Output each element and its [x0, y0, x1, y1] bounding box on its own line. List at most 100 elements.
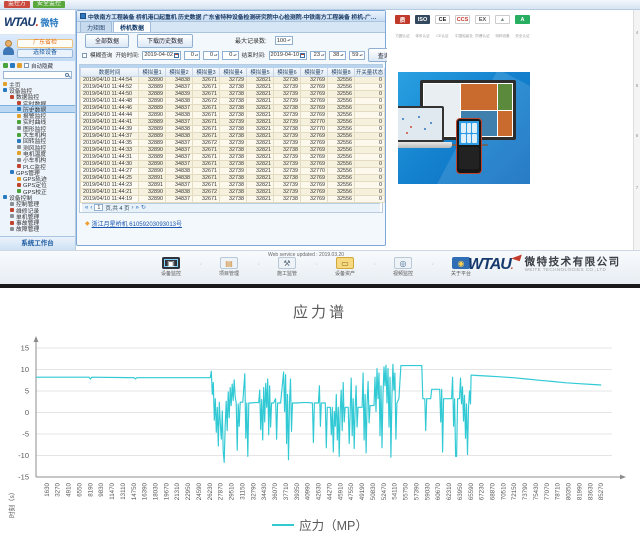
- camera-platform-button[interactable]: ◎视频监控: [380, 257, 426, 277]
- search-input[interactable]: [3, 71, 72, 79]
- table-row[interactable]: 2019/04/10 11:44:48328903483832672327383…: [81, 97, 385, 104]
- cell-timestamp: 2019/04/10 11:44:21: [81, 188, 139, 195]
- x-tick-label: 39350: [294, 482, 301, 500]
- table-row[interactable]: 2019/04/10 11:44:46328893483732671327383…: [81, 104, 385, 111]
- cell-value: 34838: [166, 174, 193, 181]
- table-row[interactable]: 2019/04/10 11:44:44328903483832671327383…: [81, 111, 385, 118]
- table-row[interactable]: 2019/04/10 11:44:41328893483732671327393…: [81, 118, 385, 125]
- fuzzy-query-checkbox[interactable]: [82, 53, 87, 58]
- table-row[interactable]: 2019/04/10 11:44:35328893483732672327393…: [81, 139, 385, 146]
- table-row[interactable]: 2019/04/10 11:44:30328903483732671327383…: [81, 160, 385, 167]
- all-data-button[interactable]: 全部数据: [85, 34, 129, 48]
- cell-value: 32671: [193, 160, 220, 167]
- top-chip-safety[interactable]: 安全监控: [33, 1, 65, 8]
- grid-column-header[interactable]: 模拟量4: [220, 68, 247, 77]
- table-row[interactable]: 2019/04/10 11:44:21328903483832672327383…: [81, 188, 385, 195]
- calendar-icon[interactable]: [174, 53, 179, 58]
- table-row[interactable]: 2019/04/10 11:44:54328903483832671327293…: [81, 76, 385, 83]
- window-tab[interactable]: 桥机数据: [113, 21, 151, 32]
- cell-value: 32671: [193, 153, 220, 160]
- sidebar-workbench-button[interactable]: 系统工作台: [0, 236, 75, 250]
- cell-value: 34837: [166, 104, 193, 111]
- table-row[interactable]: 2019/04/10 11:44:27328903483832671327393…: [81, 167, 385, 174]
- start-minute-stepper[interactable]: 0▴▾: [203, 51, 219, 60]
- grid-column-header[interactable]: 模拟量2: [166, 68, 193, 77]
- screen: 监控方 安全监控 WTAU. 微特 广东省检 选择设备 自动隐藏 主页设备监控数…: [0, 0, 640, 538]
- table-row[interactable]: 2019/04/10 11:44:52328893483732671327383…: [81, 83, 385, 90]
- x-tick-label: 42630: [316, 482, 323, 500]
- table-row[interactable]: 2019/04/10 11:44:50328893483932671327383…: [81, 90, 385, 97]
- cell-value: 32671: [193, 146, 220, 153]
- start-date-field[interactable]: 2019-04-02: [142, 51, 181, 60]
- quick-icon-orange[interactable]: [17, 63, 22, 68]
- cell-value: 32672: [193, 188, 220, 195]
- cell-value: 34837: [166, 195, 193, 202]
- cell-value: 32671: [193, 125, 220, 132]
- download-history-button[interactable]: 下载历史数据: [137, 34, 193, 48]
- cell-value: 32769: [301, 188, 328, 195]
- grid-column-header[interactable]: 模拟量5: [247, 68, 274, 77]
- pager-next-button[interactable]: ›: [132, 205, 134, 211]
- table-row[interactable]: 2019/04/10 11:44:19328903483732671327383…: [81, 195, 385, 202]
- folder-platform-button[interactable]: ▭设备资产: [322, 257, 368, 277]
- pager-last-button[interactable]: »: [136, 205, 139, 211]
- cell-value: 0: [355, 146, 385, 153]
- window-tab[interactable]: 力矩图: [80, 21, 112, 32]
- wrench-platform-button[interactable]: ⚒施工监管: [264, 257, 310, 277]
- table-row[interactable]: 2019/04/10 11:44:37328893483832671327383…: [81, 132, 385, 139]
- grid-column-header[interactable]: 模拟量6: [274, 68, 301, 77]
- grid-column-header[interactable]: 模拟量3: [193, 68, 220, 77]
- cell-value: 32556: [328, 125, 355, 132]
- cell-value: 32738: [220, 90, 247, 97]
- grid-column-header[interactable]: 模拟量1: [139, 68, 166, 77]
- pager-refresh-icon[interactable]: ↻: [141, 205, 146, 211]
- table-row[interactable]: 2019/04/10 11:44:31328893483732671327383…: [81, 153, 385, 160]
- cell-value: 32769: [301, 174, 328, 181]
- chart-platform-button[interactable]: ▤项目管理: [206, 257, 252, 277]
- cell-value: 34837: [166, 139, 193, 146]
- cell-value: 34837: [166, 181, 193, 188]
- max-records-stepper[interactable]: 100▴▾: [275, 36, 293, 45]
- search-icon[interactable]: [65, 73, 69, 77]
- grid-column-header[interactable]: 开关量状态: [355, 68, 385, 77]
- grid-column-header[interactable]: 数据时间: [81, 68, 139, 77]
- start-second-stepper[interactable]: 0▴▾: [222, 51, 238, 60]
- cell-value: 32739: [274, 181, 301, 188]
- calendar-icon[interactable]: [300, 53, 305, 58]
- grid-column-header[interactable]: 模拟量8: [328, 68, 355, 77]
- quick-icon-blue[interactable]: [10, 63, 15, 68]
- tree-node-icon: [17, 101, 21, 105]
- end-minute-stepper[interactable]: 38▴▾: [329, 51, 345, 60]
- select-device-button[interactable]: 选择设备: [17, 49, 73, 58]
- org-button[interactable]: 广东省检: [17, 39, 73, 48]
- cell-value: 32821: [247, 76, 274, 83]
- x-tick-label: 57390: [413, 482, 420, 500]
- monitor-platform-button[interactable]: ▣设备监控: [148, 257, 194, 277]
- table-row[interactable]: 2019/04/10 11:44:25328913483832671327383…: [81, 174, 385, 181]
- x-tick-label: 44270: [326, 482, 333, 500]
- table-row[interactable]: 2019/04/10 11:44:33328903483732671327383…: [81, 146, 385, 153]
- top-chip-monitor[interactable]: 监控方: [4, 1, 30, 8]
- cell-timestamp: 2019/04/10 11:44:30: [81, 160, 139, 167]
- cell-value: 32739: [274, 188, 301, 195]
- pager-prev-button[interactable]: ‹: [90, 205, 92, 211]
- end-second-stepper[interactable]: 59▴▾: [349, 51, 365, 60]
- x-tick-label: 8190: [87, 482, 94, 496]
- table-row[interactable]: 2019/04/10 11:44:39328893483832671327383…: [81, 125, 385, 132]
- end-hour-stepper[interactable]: 23▴▾: [310, 51, 326, 60]
- table-row[interactable]: 2019/04/10 11:44:23328913483732671327383…: [81, 181, 385, 188]
- cell-value: 32739: [274, 118, 301, 125]
- cell-timestamp: 2019/04/10 11:44:31: [81, 153, 139, 160]
- pager-first-button[interactable]: «: [85, 205, 88, 211]
- quick-icon-green[interactable]: [3, 63, 8, 68]
- cell-value: 34837: [166, 153, 193, 160]
- auto-hide-checkbox[interactable]: [24, 63, 29, 68]
- pager-page-input[interactable]: 1: [94, 204, 103, 211]
- cell-value: 32769: [301, 153, 328, 160]
- x-tick-label: 18030: [153, 482, 160, 500]
- grid-column-header[interactable]: 模拟量7: [301, 68, 328, 77]
- start-hour-stepper[interactable]: 0▴▾: [184, 51, 200, 60]
- cell-value: 32739: [274, 97, 301, 104]
- end-date-field[interactable]: 2019-04-10: [269, 51, 308, 60]
- device-link[interactable]: 浙江月星桥机 61059203093013号: [92, 219, 182, 228]
